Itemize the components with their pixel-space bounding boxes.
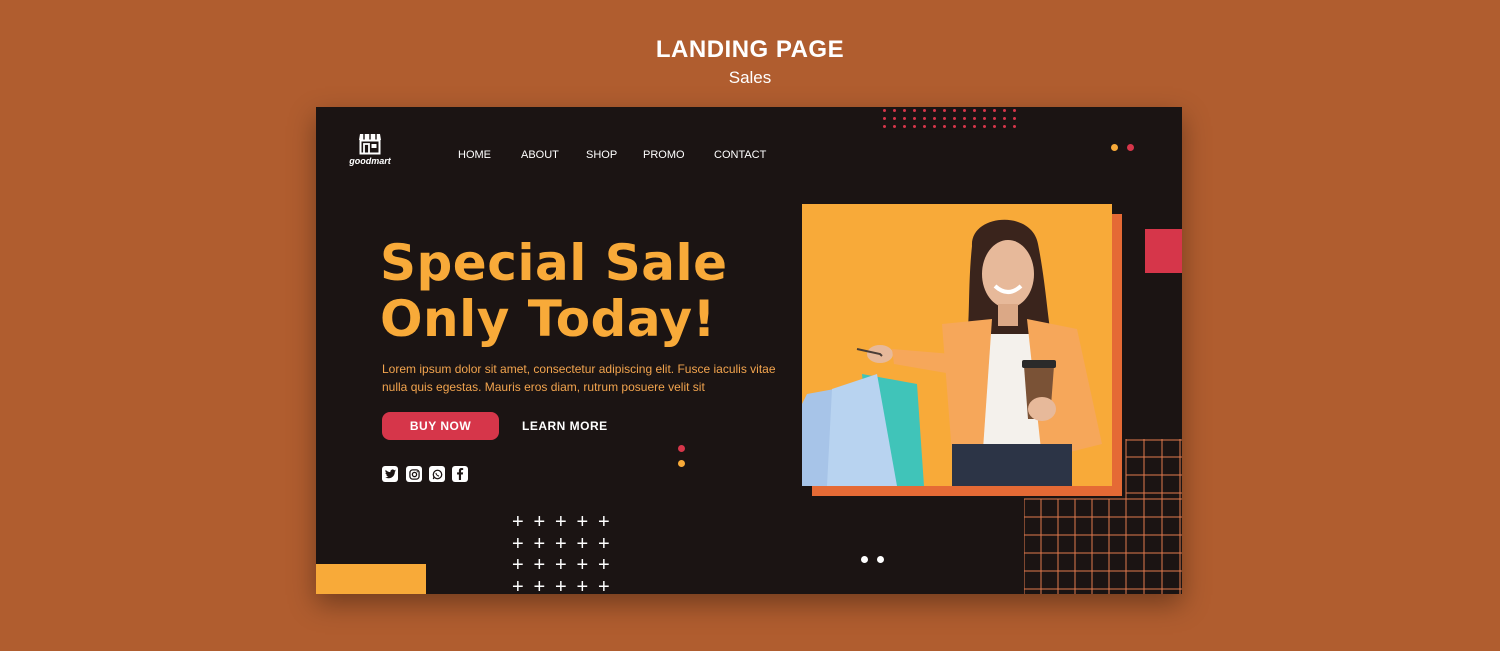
learn-more-button[interactable]: LEARN MORE: [516, 412, 614, 440]
twitter-icon[interactable]: [382, 466, 398, 482]
facebook-icon[interactable]: [452, 466, 468, 482]
top-nav: HOME ABOUT SHOP PROMO CONTACT: [316, 107, 1182, 197]
page-title: LANDING PAGE: [655, 36, 845, 63]
landing-page-mockup: goodmart HOME ABOUT SHOP PROMO CONTACT S…: [316, 107, 1182, 594]
headline-line-1: Special Sale: [380, 234, 728, 292]
nav-shop[interactable]: SHOP: [586, 149, 617, 161]
hero-description: Lorem ipsum dolor sit amet, consectetur …: [382, 362, 776, 394]
decorative-dot: [678, 445, 685, 452]
decorative-dot: [678, 460, 685, 467]
decorative-dot-grid: [883, 109, 1023, 133]
decorative-dot: [1111, 144, 1118, 151]
nav-contact[interactable]: CONTACT: [714, 149, 766, 161]
decorative-yellow-block: [316, 564, 426, 594]
slider-dot[interactable]: [861, 556, 868, 563]
instagram-icon[interactable]: [406, 466, 422, 482]
buy-now-button[interactable]: BUY NOW: [382, 412, 499, 440]
nav-home[interactable]: HOME: [458, 149, 491, 161]
page-subtitle: Sales: [728, 68, 772, 87]
nav-about[interactable]: ABOUT: [521, 149, 559, 161]
hero-photo: [802, 204, 1112, 486]
hero-headline: Special Sale Only Today!: [380, 235, 728, 347]
decorative-dot: [1127, 144, 1134, 151]
nav-promo[interactable]: PROMO: [643, 149, 685, 161]
slider-dot[interactable]: [877, 556, 884, 563]
decorative-red-square: [1145, 229, 1182, 273]
decorative-plus-grid: + + + + + + + + + + + + + + + + + + + +: [512, 511, 610, 594]
whatsapp-icon[interactable]: [429, 466, 445, 482]
headline-line-2: Only Today!: [380, 290, 716, 348]
